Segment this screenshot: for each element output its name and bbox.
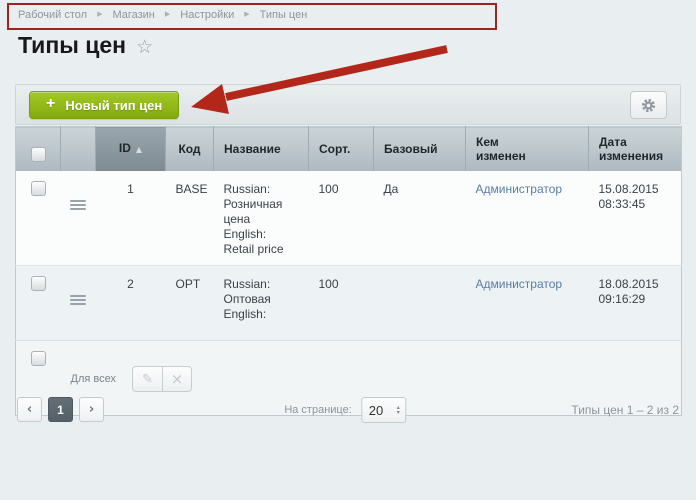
plus-icon: +: [46, 95, 55, 113]
row-select-cell: [16, 171, 61, 266]
cell-base: [374, 266, 466, 341]
breadcrumb-item-desktop[interactable]: Рабочий стол: [18, 9, 87, 21]
breadcrumb: Рабочий стол ▶ Магазин ▶ Настройки ▶ Тип…: [18, 9, 307, 21]
header-code[interactable]: Код: [166, 127, 214, 172]
row-menu-icon[interactable]: [70, 293, 86, 307]
spinner-arrows-icon: ▴▾: [397, 405, 400, 415]
header-modified-by[interactable]: Кем изменен: [466, 127, 589, 172]
row-checkbox[interactable]: [31, 276, 46, 291]
gear-icon: [640, 97, 657, 114]
cell-base: Да: [374, 171, 466, 266]
page-nav: ‹ 1 ›: [17, 397, 104, 422]
header-name[interactable]: Название: [214, 127, 309, 172]
header-base[interactable]: Базовый: [374, 127, 466, 172]
new-price-type-label: Новый тип цен: [65, 98, 162, 113]
per-page-control: На странице: 20 ▴▾: [284, 397, 406, 423]
page-title: Типы цен: [18, 32, 126, 59]
current-page-button[interactable]: 1: [48, 397, 73, 422]
sort-asc-icon: ▲: [136, 145, 142, 154]
price-types-table: ID▲ Код Название Сорт. Базовый Кем измен…: [15, 126, 682, 416]
modified-by-link[interactable]: Администратор: [476, 277, 563, 291]
title-row: Типы цен ☆: [18, 32, 153, 59]
table-header-row: ID▲ Код Название Сорт. Базовый Кем измен…: [16, 127, 682, 172]
header-sort[interactable]: Сорт.: [309, 127, 374, 172]
toolbar: + Новый тип цен: [15, 84, 681, 125]
cell-id: 1: [96, 171, 166, 266]
per-page-label: На странице:: [284, 404, 351, 416]
row-actions-cell: [61, 266, 96, 341]
per-page-select[interactable]: 20 ▴▾: [362, 397, 407, 423]
records-summary: Типы цен 1 – 2 из 2: [571, 403, 679, 417]
breadcrumb-item-price-types[interactable]: Типы цен: [260, 9, 308, 21]
header-select-all-cell: [16, 127, 61, 172]
grid-settings-button[interactable]: [630, 91, 667, 119]
row-select-cell: [16, 266, 61, 341]
table-row[interactable]: 2 OPT Russian: Оптовая English: 100 Адми…: [16, 266, 682, 341]
header-id[interactable]: ID▲: [96, 127, 166, 172]
modified-by-link[interactable]: Администратор: [476, 182, 563, 196]
row-checkbox[interactable]: [31, 181, 46, 196]
select-all-footer-checkbox[interactable]: [31, 351, 46, 366]
cell-name: Russian: Оптовая English:: [214, 266, 309, 341]
cell-modified-by: Администратор: [466, 171, 589, 266]
cell-code: OPT: [166, 266, 214, 341]
header-actions-cell: [61, 127, 96, 172]
cell-sort: 100: [309, 266, 374, 341]
breadcrumb-item-shop[interactable]: Магазин: [112, 9, 154, 21]
select-all-checkbox[interactable]: [31, 147, 46, 162]
chevron-right-icon: ▶: [244, 10, 249, 18]
row-actions-cell: [61, 171, 96, 266]
chevron-right-icon: ▶: [97, 10, 102, 18]
prev-page-button[interactable]: ‹: [17, 397, 42, 422]
for-all-label: Для всех: [71, 372, 116, 387]
breadcrumb-item-settings[interactable]: Настройки: [180, 9, 234, 21]
cell-name: Russian: Розничная цена English: Retail …: [214, 171, 309, 266]
header-modified-date[interactable]: Дата изменения: [589, 127, 682, 172]
pagination-bar: ‹ 1 › На странице: 20 ▴▾ Типы цен 1 – 2 …: [15, 397, 681, 425]
cell-modified-date: 15.08.2015 08:33:45: [589, 171, 682, 266]
close-icon: ×: [171, 370, 184, 388]
group-actions: ✎ ×: [132, 366, 192, 392]
next-page-button[interactable]: ›: [79, 397, 104, 422]
per-page-value: 20: [369, 403, 383, 418]
cell-modified-date: 18.08.2015 09:16:29: [589, 266, 682, 341]
favorite-star-icon[interactable]: ☆: [136, 36, 153, 58]
table-row[interactable]: 1 BASE Russian: Розничная цена English: …: [16, 171, 682, 266]
delete-selected-button[interactable]: ×: [162, 366, 192, 392]
cell-sort: 100: [309, 171, 374, 266]
new-price-type-button[interactable]: + Новый тип цен: [29, 91, 179, 119]
pencil-icon: ✎: [142, 372, 153, 387]
edit-selected-button[interactable]: ✎: [132, 366, 162, 392]
cell-id: 2: [96, 266, 166, 341]
row-menu-icon[interactable]: [70, 198, 86, 212]
cell-modified-by: Администратор: [466, 266, 589, 341]
chevron-right-icon: ▶: [165, 10, 170, 18]
price-types-admin-page: Рабочий стол ▶ Магазин ▶ Настройки ▶ Тип…: [0, 0, 696, 500]
cell-code: BASE: [166, 171, 214, 266]
